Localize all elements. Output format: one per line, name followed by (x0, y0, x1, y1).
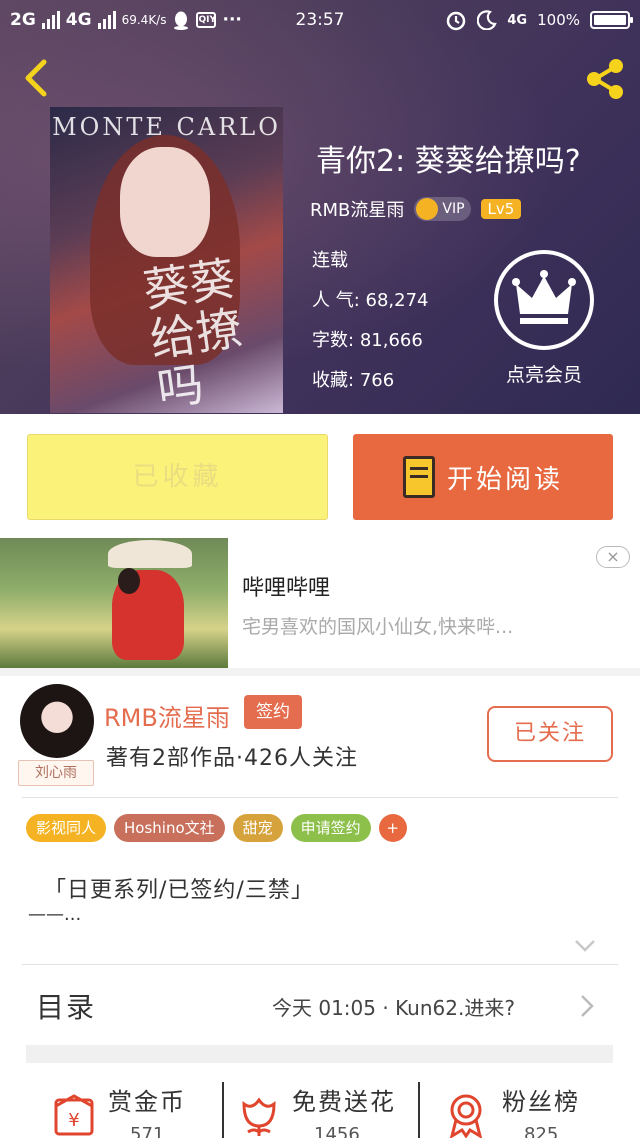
svg-text:¥: ¥ (68, 1110, 79, 1131)
words-row: 字数: 81,666 (312, 326, 423, 352)
toc-label[interactable]: 目录 (36, 986, 96, 1026)
author-name[interactable]: RMB流星雨 (104, 698, 230, 733)
words-label: 字数: (312, 330, 355, 351)
divider (22, 964, 618, 965)
alarm-icon (447, 11, 466, 31)
popularity-label: 人 气: (312, 290, 360, 311)
tag-item[interactable]: 甜宠 (232, 814, 283, 842)
back-button[interactable] (18, 58, 54, 98)
author-meta: 著有2部作品·426人关注 (106, 746, 358, 771)
ad-close-button[interactable]: × (596, 546, 630, 568)
battery-icon (590, 11, 633, 29)
cover-calligraphy: 葵葵给撩吗 (139, 251, 246, 413)
book-author-name[interactable]: RMB流星雨 (310, 196, 404, 222)
favorites-value: 766 (359, 370, 395, 391)
ad-banner[interactable] (0, 538, 640, 668)
words-value: 81,666 (359, 330, 423, 351)
start-reading-label: 开始阅读 (446, 464, 563, 495)
status-right: 4G 100% (445, 9, 633, 31)
crown-icon-large (512, 270, 576, 324)
member-button[interactable] (494, 250, 594, 350)
signed-badge: 签约 (244, 695, 302, 729)
add-tag-button[interactable]: + (378, 814, 407, 842)
book-detail-screen: 2G 4G 69.4K/s QIY ··· 23:57 4G 100% MONT… (0, 0, 640, 1138)
send-flower-button[interactable]: 免费送花 1456 (234, 1080, 414, 1138)
flower-icon (242, 1097, 276, 1136)
vip-badge: VIP (414, 197, 471, 221)
favorites-label: 收藏: (312, 370, 355, 391)
section-gap-bar (26, 1045, 613, 1063)
divider (22, 797, 618, 798)
send-flower-label: 免费送花 (292, 1088, 396, 1116)
author-avatar[interactable] (20, 684, 94, 758)
avatar-tag: 刘心雨 (18, 760, 94, 786)
favorites-row: 收藏: 766 (312, 366, 394, 392)
coin-reward-value: 571 (130, 1124, 165, 1138)
ad-head-art (118, 568, 140, 594)
tag-list: 影视同人 Hoshino文社 甜宠 申请签约 + (26, 814, 407, 842)
ad-title[interactable]: 哔哩哔哩 (242, 570, 330, 602)
tag-item[interactable]: 申请签约 (290, 814, 371, 842)
level-badge: Lv5 (480, 199, 522, 219)
follow-button[interactable]: 已关注 (487, 706, 613, 762)
send-flower-value: 1456 (314, 1124, 360, 1138)
fan-ranking-value: 825 (524, 1124, 559, 1138)
moon-icon (477, 10, 498, 30)
cover-face-art (120, 147, 210, 257)
share-button[interactable] (582, 56, 628, 102)
coin-reward-label: 赏金币 (108, 1088, 186, 1116)
member-label[interactable]: 点亮会员 (478, 360, 610, 387)
toc-latest-chapter[interactable]: 今天 01:05 · Kun62.进来? (272, 992, 515, 1021)
medal-icon (449, 1094, 483, 1138)
crown-icon (416, 198, 439, 220)
book-title: 青你2: 葵葵给撩吗? (316, 144, 581, 179)
chevron-right-icon[interactable] (580, 994, 594, 1018)
stat-separator (222, 1082, 224, 1138)
vip-label: VIP (442, 201, 465, 217)
status-bar: 2G 4G 69.4K/s QIY ··· 23:57 4G 100% (0, 0, 640, 42)
fan-ranking-label: 粉丝榜 (502, 1088, 580, 1116)
cover-header-text: MONTE CARLO (52, 113, 281, 141)
battery-percent: 100% (537, 11, 580, 29)
tag-item[interactable]: Hoshino文社 (114, 814, 225, 842)
favorited-button[interactable]: 已收藏 (27, 434, 328, 520)
stat-separator (418, 1082, 420, 1138)
section-gap (0, 668, 640, 676)
description-line-1: 「日更系列/已签约/三禁」 (44, 878, 314, 903)
book-cover[interactable]: MONTE CARLO 葵葵给撩吗 (50, 107, 283, 413)
start-reading-button[interactable]: 开始阅读 (353, 434, 613, 520)
coin-reward-button[interactable]: ¥ 赏金币 571 (50, 1080, 220, 1138)
book-icon (402, 456, 435, 498)
popularity-row: 人 气: 68,274 (312, 286, 429, 312)
ad-description[interactable]: 宅男喜欢的国风小仙女,快来哔... (242, 612, 513, 639)
popularity-value: 68,274 (365, 290, 429, 311)
coin-envelope-icon: ¥ (54, 1094, 94, 1136)
lte-indicator: 4G (507, 12, 528, 28)
description-line-2: ——... (28, 904, 82, 925)
fan-ranking-button[interactable]: 粉丝榜 825 (444, 1080, 624, 1138)
ad-image[interactable] (0, 538, 228, 668)
chevron-down-icon[interactable] (574, 938, 596, 954)
book-author-line: RMB流星雨 VIP Lv5 (310, 196, 522, 222)
tag-item[interactable]: 影视同人 (26, 814, 107, 842)
ad-umbrella-art (108, 540, 192, 568)
book-status: 连载 (312, 250, 348, 271)
